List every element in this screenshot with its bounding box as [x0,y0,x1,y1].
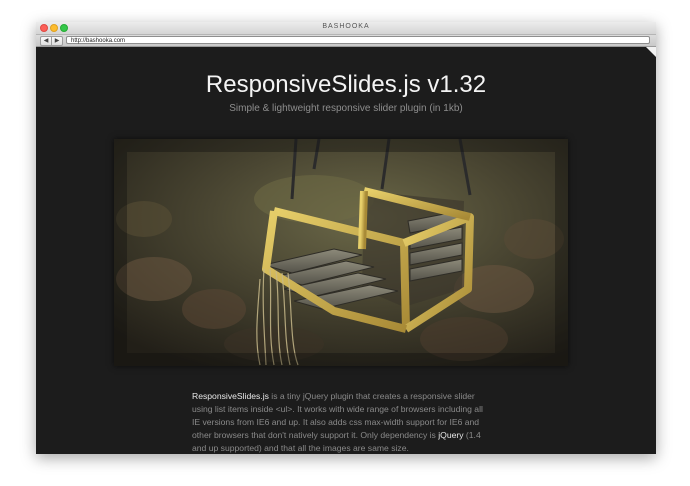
jquery-link[interactable]: jQuery [438,430,463,440]
slider-image[interactable] [114,139,568,366]
page-title: ResponsiveSlides.js v1.32 [205,71,487,98]
browser-window: BASHOOKA ◀ ▶ http://bashooka.com Respons… [36,22,656,454]
swing-photo [114,139,568,366]
title-bar: BASHOOKA [36,22,656,35]
plugin-description: ResponsiveSlides.js is a tiny jQuery plu… [192,390,492,454]
forward-button[interactable]: ▶ [51,36,63,46]
page-curl-decoration [646,47,656,57]
page-content: ResponsiveSlides.js v1.32 Simple & light… [36,47,656,454]
browser-toolbar: ◀ ▶ http://bashooka.com [36,35,656,47]
window-title: BASHOOKA [322,23,370,30]
page-subtitle: Simple & lightweight responsive slider p… [229,103,463,114]
plugin-name-link[interactable]: ResponsiveSlides.js [192,391,269,401]
address-bar[interactable]: http://bashooka.com [66,36,650,44]
